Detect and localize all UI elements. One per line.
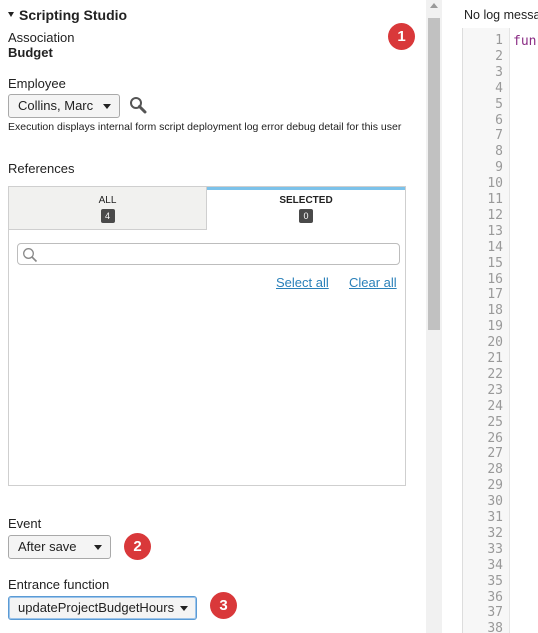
chevron-down-icon — [180, 606, 188, 611]
line-number: 8 — [495, 144, 503, 160]
line-number: 34 — [487, 557, 503, 573]
editor-panel: No log messa 1 2 3 4 5 6 7 8 9 10 11 12 13 14 15 16 17 18… — [442, 0, 538, 633]
scrollbar-thumb[interactable] — [428, 18, 440, 330]
callout-badge-2: 2 — [124, 533, 151, 560]
code-editor[interactable]: fun — [513, 34, 536, 49]
scroll-up-arrow-icon[interactable] — [430, 3, 438, 8]
scripting-panel: Scripting Studio 1 Association Budget Em… — [0, 0, 426, 633]
vertical-scrollbar[interactable] — [426, 0, 442, 633]
line-number: 17 — [487, 287, 503, 303]
line-number: 20 — [487, 335, 503, 351]
execution-note: Execution displays internal form script … — [8, 121, 402, 133]
clear-all-link[interactable]: Clear all — [349, 275, 397, 290]
line-number: 9 — [495, 160, 503, 176]
line-number: 27 — [487, 446, 503, 462]
line-number: 14 — [487, 239, 503, 255]
line-number: 3 — [495, 64, 503, 80]
line-number: 32 — [487, 525, 503, 541]
line-number: 12 — [487, 207, 503, 223]
references-box: ALL 4 SELECTED 0 Select all Clear all — [8, 186, 406, 486]
association-label: Association — [8, 30, 75, 45]
line-number: 36 — [487, 589, 503, 605]
line-number: 23 — [487, 382, 503, 398]
chevron-down-icon — [103, 104, 111, 109]
line-number: 33 — [487, 541, 503, 557]
log-message: No log messa — [464, 8, 538, 22]
entrance-function-select[interactable]: updateProjectBudgetHours — [8, 596, 197, 620]
callout-badge-1: 1 — [388, 23, 415, 50]
line-number: 22 — [487, 366, 503, 382]
line-number: 30 — [487, 494, 503, 510]
line-number: 21 — [487, 351, 503, 366]
callout-badge-3: 3 — [210, 592, 237, 619]
search-icon — [23, 248, 38, 263]
line-number: 18 — [487, 303, 503, 319]
line-number: 38 — [487, 621, 503, 633]
line-number: 7 — [495, 128, 503, 144]
tab-all[interactable]: ALL 4 — [9, 187, 207, 230]
line-number-gutter: 1 2 3 4 5 6 7 8 9 10 11 12 13 14 15 16 17 18 19 20 21 22 23 24 2… — [462, 28, 510, 633]
line-number: 28 — [487, 462, 503, 478]
entrance-function-label: Entrance function — [8, 577, 110, 592]
tab-all-count: 4 — [100, 209, 115, 223]
line-number: 4 — [495, 80, 503, 96]
line-number: 5 — [495, 96, 503, 112]
line-number: 1 — [495, 33, 503, 48]
chevron-down-icon — [94, 545, 102, 550]
line-number: 16 — [487, 271, 503, 287]
line-number: 35 — [487, 573, 503, 589]
line-number: 15 — [487, 255, 503, 271]
line-number: 31 — [487, 510, 503, 525]
employee-label: Employee — [8, 76, 66, 91]
line-number: 24 — [487, 398, 503, 414]
line-number: 37 — [487, 605, 503, 621]
association-value: Budget — [8, 45, 53, 60]
line-number: 25 — [487, 414, 503, 430]
employee-select[interactable]: Collins, Marc — [8, 94, 120, 118]
panel-title[interactable]: Scripting Studio — [8, 7, 127, 23]
tab-selected-count: 0 — [299, 209, 313, 223]
line-number: 10 — [487, 176, 503, 192]
line-number: 29 — [487, 478, 503, 494]
event-label: Event — [8, 516, 42, 531]
references-search-input[interactable] — [17, 243, 400, 265]
line-number: 2 — [495, 48, 503, 64]
event-select[interactable]: After save — [8, 535, 111, 559]
line-number: 26 — [487, 430, 503, 446]
line-number: 6 — [495, 112, 503, 128]
line-number: 13 — [487, 223, 503, 239]
select-all-link[interactable]: Select all — [276, 275, 329, 290]
line-number: 11 — [487, 192, 503, 207]
references-label: References — [8, 161, 75, 176]
collapse-caret-icon[interactable] — [8, 11, 14, 17]
line-number: 19 — [487, 319, 503, 335]
tab-selected[interactable]: SELECTED 0 — [207, 187, 405, 230]
search-icon[interactable] — [129, 96, 147, 114]
